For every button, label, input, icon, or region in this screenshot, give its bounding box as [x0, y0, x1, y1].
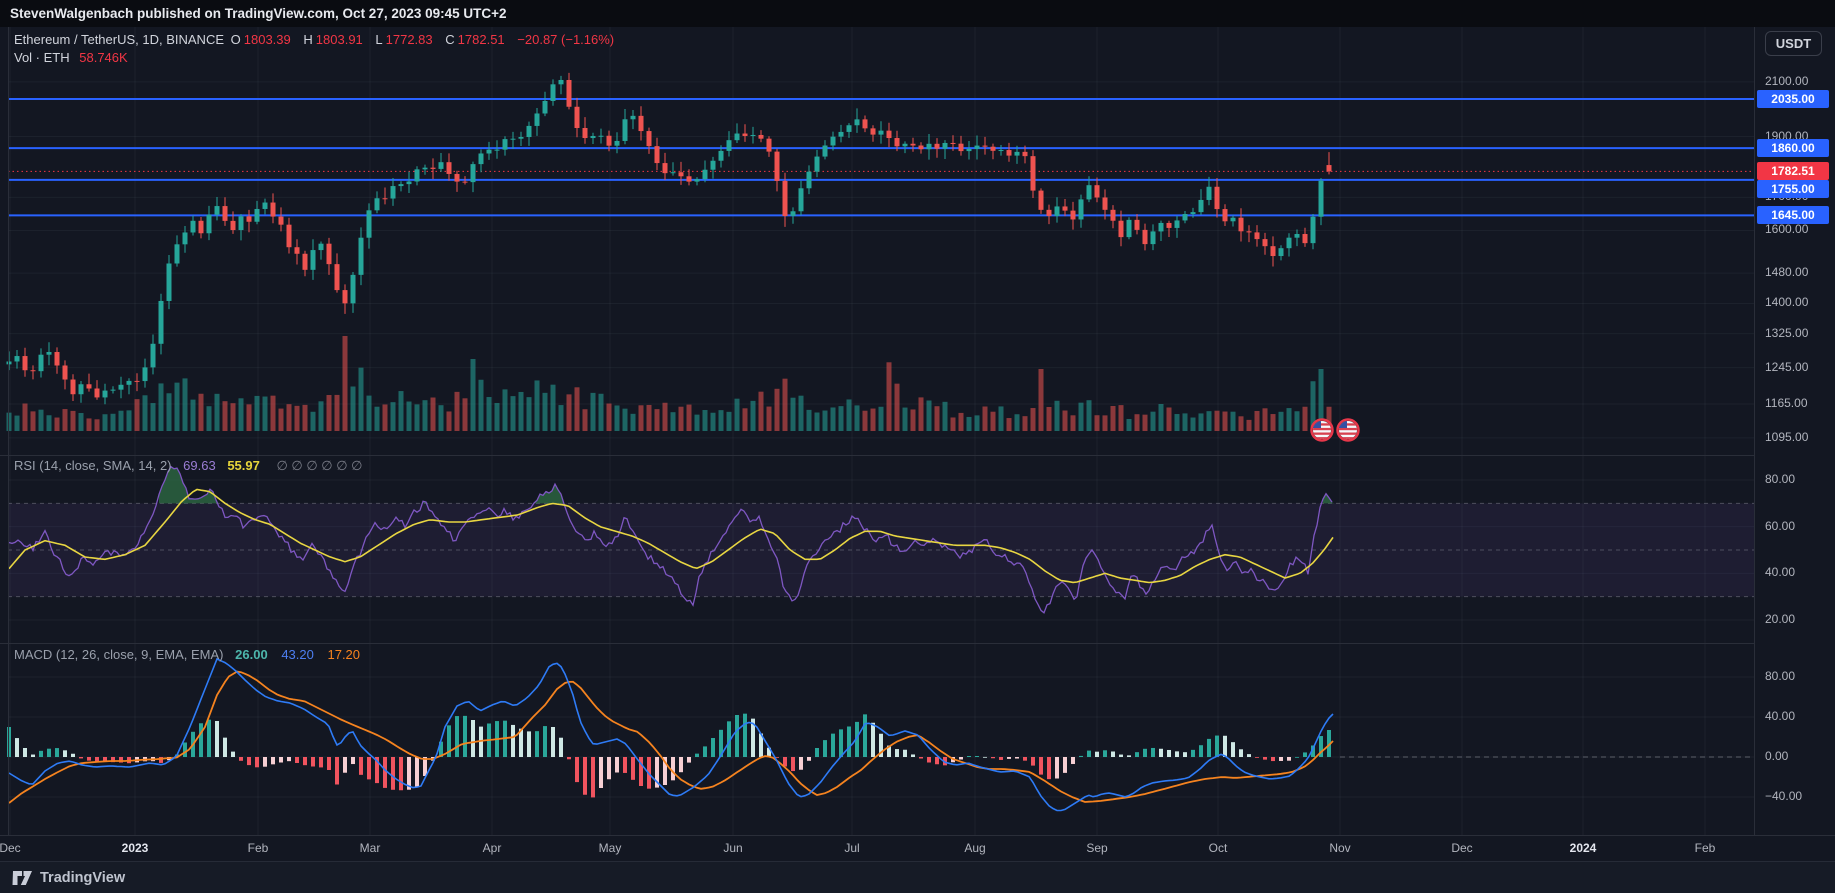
- price-axis[interactable]: 2100.001900.001700.001600.001480.001400.…: [1754, 27, 1835, 835]
- time-axis[interactable]: Dec 2023 Feb Mar Apr May Jun Jul Aug Sep Oct Nov Dec…: [0, 835, 1835, 861]
- tradingview-screenshot: StevenWalgenbach published on TradingVie…: [0, 0, 1835, 893]
- time-tick-Jun[interactable]: Jun: [723, 841, 742, 855]
- time-tick-Dec[interactable]: Dec: [0, 841, 21, 855]
- macd-panel: [7, 657, 1754, 812]
- rsi-label[interactable]: RSI (14, close, SMA, 14, 2): [14, 458, 172, 473]
- rsi-ma-value: 55.97: [227, 458, 260, 473]
- us-flag-icon[interactable]: [1336, 418, 1360, 442]
- us-flag-icon[interactable]: [1310, 418, 1334, 442]
- price-tick-1165: 1165.00: [1765, 395, 1808, 410]
- rsi-tick-60: 60.00: [1765, 518, 1796, 533]
- price-tick-1480: 1480.00: [1765, 265, 1809, 280]
- time-tick-Feb[interactable]: Feb: [248, 841, 269, 855]
- currency-toggle-button[interactable]: USDT: [1765, 31, 1822, 56]
- time-tick-Feb[interactable]: Feb: [1695, 841, 1716, 855]
- price-tick-1095: 1095.00: [1765, 429, 1809, 444]
- time-tick-Apr[interactable]: Apr: [483, 841, 502, 855]
- level-badge-1755[interactable]: 1755.00: [1757, 180, 1829, 199]
- ohlc-low-label: L: [375, 32, 383, 47]
- rsi-tick-80: 80.00: [1765, 472, 1796, 486]
- macd-line-value: 43.20: [281, 647, 314, 662]
- ohlc-close-label: C: [445, 32, 455, 47]
- publish-text: StevenWalgenbach published on TradingVie…: [10, 6, 507, 21]
- symbol-legend[interactable]: Ethereum / TetherUS, 1D, BINANCE O 1803.3…: [14, 32, 617, 47]
- ohlc-change: −20.87 (−1.16%): [517, 32, 615, 47]
- volume-bars: [6, 336, 1332, 431]
- tradingview-watermark[interactable]: TradingView: [40, 870, 125, 886]
- rsi-legend[interactable]: RSI (14, close, SMA, 14, 2) 69.63 55.97 …: [14, 458, 363, 474]
- time-tick-May[interactable]: May: [599, 841, 622, 855]
- time-tick-2023[interactable]: 2023: [122, 841, 149, 855]
- volume-value: 58.746K: [79, 50, 128, 65]
- time-tick-2024[interactable]: 2024: [1570, 841, 1597, 855]
- rsi-tick-40: 40.00: [1765, 565, 1796, 580]
- time-tick-Aug[interactable]: Aug: [964, 841, 985, 855]
- ohlc-low-value: 1772.83: [385, 32, 433, 47]
- macd-legend[interactable]: MACD (12, 26, close, 9, EMA, EMA) 26.00 …: [14, 647, 360, 662]
- chart-canvas[interactable]: [0, 27, 1754, 835]
- price-tick-1245: 1245.00: [1765, 359, 1809, 374]
- macd-tick-40: 40.00: [1765, 709, 1796, 723]
- macd-tick--40: −40.00: [1765, 789, 1803, 803]
- time-tick-Dec[interactable]: Dec: [1451, 841, 1472, 855]
- level-badge-2035[interactable]: 2035.00: [1757, 90, 1829, 108]
- macd-signal-value: 17.20: [327, 647, 361, 662]
- macd-hist-value: 26.00: [235, 647, 268, 662]
- rsi-empty-values: ∅ ∅ ∅ ∅ ∅ ∅: [276, 458, 363, 473]
- time-tick-Nov[interactable]: Nov: [1329, 841, 1350, 855]
- macd-label[interactable]: MACD (12, 26, close, 9, EMA, EMA): [14, 647, 224, 662]
- tradingview-logo-icon[interactable]: [12, 869, 33, 887]
- volume-label: Vol · ETH: [14, 50, 70, 65]
- time-tick-Mar[interactable]: Mar: [360, 841, 381, 855]
- last-price-badge[interactable]: 1782.51: [1757, 162, 1829, 181]
- price-tick-1325: 1325.00: [1765, 325, 1809, 340]
- macd-tick-80: 80.00: [1765, 669, 1796, 683]
- bottom-bar: TradingView: [0, 861, 1835, 893]
- ohlc-open-label: O: [230, 32, 241, 47]
- rsi-tick-20: 20.00: [1765, 612, 1796, 626]
- price-tick-1400: 1400.00: [1765, 295, 1809, 310]
- ohlc-close-value: 1782.51: [457, 32, 505, 47]
- rsi-value: 69.63: [183, 458, 216, 473]
- symbol-title[interactable]: Ethereum / TetherUS, 1D, BINANCE: [14, 32, 224, 47]
- rsi-panel: [8, 465, 1754, 614]
- time-tick-Oct[interactable]: Oct: [1209, 841, 1228, 855]
- publish-bar: StevenWalgenbach published on TradingVie…: [0, 0, 1835, 27]
- ohlc-open-value: 1803.39: [243, 32, 291, 47]
- support-resistance-lines: [8, 98, 1754, 217]
- price-tick-1600: 1600.00: [1765, 222, 1809, 237]
- volume-legend[interactable]: Vol · ETH 58.746K: [14, 50, 128, 65]
- time-tick-Jul[interactable]: Jul: [844, 841, 859, 855]
- ohlc-high-value: 1803.91: [315, 32, 363, 47]
- level-badge-1645[interactable]: 1645.00: [1757, 206, 1829, 225]
- ohlc-high-label: H: [303, 32, 313, 47]
- price-tick-2100: 2100.00: [1765, 73, 1809, 88]
- macd-tick-0: 0.00: [1765, 749, 1789, 763]
- time-tick-Sep[interactable]: Sep: [1086, 841, 1107, 855]
- candles: [6, 72, 1332, 405]
- level-badge-1860[interactable]: 1860.00: [1757, 139, 1829, 158]
